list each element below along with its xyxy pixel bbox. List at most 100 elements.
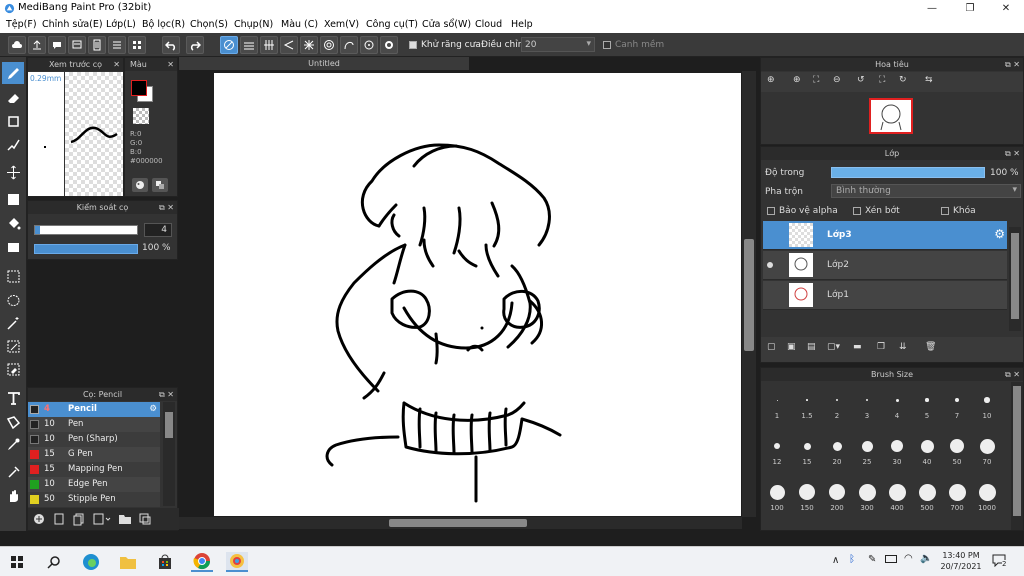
- perspective-snap-icon[interactable]: [280, 36, 298, 54]
- select-eraser-tool-icon[interactable]: [2, 358, 24, 380]
- shape-tool-icon[interactable]: [2, 110, 24, 132]
- clipping-checkbox[interactable]: [853, 207, 861, 215]
- zoom-in-icon[interactable]: ⊕: [793, 75, 801, 85]
- ellipse-snap-icon[interactable]: [360, 36, 378, 54]
- file-explorer-icon[interactable]: [117, 552, 139, 572]
- crosshatch-snap-icon[interactable]: [260, 36, 278, 54]
- document-icon[interactable]: [88, 36, 106, 54]
- horizontal-scrollbar[interactable]: [179, 517, 742, 529]
- medibang-icon[interactable]: [226, 552, 248, 572]
- line-tool-icon[interactable]: [2, 133, 24, 155]
- close-icon[interactable]: ⧉ ✕: [1005, 147, 1020, 160]
- eraser-tool-icon[interactable]: [2, 87, 24, 109]
- blend-mode-select[interactable]: Bình thường ▾: [831, 184, 1021, 198]
- brush-tool-icon[interactable]: [2, 62, 24, 84]
- copy-brush-icon[interactable]: [72, 512, 88, 526]
- snap-settings-icon[interactable]: [380, 36, 398, 54]
- visibility-icon[interactable]: [767, 262, 773, 268]
- search-icon[interactable]: [43, 552, 65, 572]
- menu-window[interactable]: Cửa sổ(W): [422, 19, 471, 30]
- dropper-tool-icon[interactable]: [2, 433, 24, 455]
- duplicate-icon[interactable]: [138, 512, 154, 526]
- brush-size-option[interactable]: 3: [853, 388, 881, 420]
- menu-view[interactable]: Xem(V): [324, 19, 359, 30]
- foreground-color-swatch[interactable]: [131, 80, 147, 96]
- radial-snap-icon[interactable]: [300, 36, 318, 54]
- move-tool-icon[interactable]: [2, 161, 24, 183]
- add-brush-icon[interactable]: [32, 512, 48, 526]
- rotate-right-icon[interactable]: ↻: [899, 75, 907, 85]
- merge-layer-icon[interactable]: ⇊: [899, 342, 907, 352]
- close-icon[interactable]: ⧉ ✕: [1005, 368, 1020, 381]
- hand-tool-icon[interactable]: [2, 485, 24, 507]
- magic-wand-tool-icon[interactable]: [2, 312, 24, 334]
- brush-size-option[interactable]: 500: [913, 480, 941, 512]
- brush-size-option[interactable]: 1000: [973, 480, 1001, 512]
- new-halftone-layer-icon[interactable]: ▣: [787, 342, 796, 352]
- brush-size-option[interactable]: 12: [763, 434, 791, 466]
- chat-icon[interactable]: [48, 36, 66, 54]
- brush-size-option[interactable]: 25: [853, 434, 881, 466]
- menu-cloud[interactable]: Cloud: [475, 19, 502, 30]
- cloud-icon[interactable]: [8, 36, 26, 54]
- brush-size-option[interactable]: 7: [943, 388, 971, 420]
- transparent-swatch[interactable]: [133, 108, 149, 124]
- menu-color[interactable]: Màu (C): [281, 19, 318, 30]
- clock[interactable]: 13:40 PM 20/7/2021: [938, 550, 984, 572]
- brush-size-option[interactable]: 70: [973, 434, 1001, 466]
- menu-file[interactable]: Tệp(F): [6, 19, 37, 30]
- no-snap-icon[interactable]: [220, 36, 238, 54]
- volume-icon[interactable]: 🔈: [920, 553, 932, 564]
- bucket-tool-icon[interactable]: [2, 212, 24, 234]
- select-pen-tool-icon[interactable]: [2, 335, 24, 357]
- vertical-scrollbar[interactable]: [742, 71, 756, 517]
- new-brush-icon[interactable]: [52, 512, 68, 526]
- folder-icon[interactable]: [118, 512, 134, 526]
- pen-input-icon[interactable]: ✎: [868, 554, 876, 565]
- brush-size-option[interactable]: 700: [943, 480, 971, 512]
- edge-browser-icon[interactable]: [80, 552, 102, 572]
- brush-size-option[interactable]: 200: [823, 480, 851, 512]
- grid-icon[interactable]: [128, 36, 146, 54]
- chrome-icon[interactable]: [191, 552, 213, 572]
- drawing-canvas[interactable]: [214, 73, 741, 516]
- brush-size-option[interactable]: 30: [883, 434, 911, 466]
- gear-icon[interactable]: ⚙: [149, 402, 157, 417]
- maximize-button[interactable]: ❐: [952, 0, 988, 17]
- brush-size-input[interactable]: 4: [144, 223, 172, 237]
- brush-size-option[interactable]: 10: [973, 388, 1001, 420]
- brush-size-scrollbar[interactable]: [1011, 382, 1023, 530]
- undo-icon[interactable]: [162, 36, 180, 54]
- bluetooth-icon[interactable]: ᛒ: [849, 554, 855, 565]
- layer-row-layer1[interactable]: Lớp1: [763, 281, 1007, 310]
- new-1bit-layer-icon[interactable]: ▤: [807, 342, 816, 352]
- layer-opacity-slider[interactable]: [831, 167, 985, 178]
- brush-size-option[interactable]: 50: [943, 434, 971, 466]
- brush-size-option[interactable]: 1: [763, 388, 791, 420]
- upload-icon[interactable]: [28, 36, 46, 54]
- notification-icon[interactable]: 2: [992, 553, 1008, 568]
- brush-size-option[interactable]: 15: [793, 434, 821, 466]
- zoom-out-icon[interactable]: ⊖: [833, 75, 841, 85]
- brush-item-edge-pen[interactable]: 10 Edge Pen: [28, 477, 160, 492]
- antialias-checkbox[interactable]: [409, 41, 417, 49]
- menu-filter[interactable]: Bộ lọc(R): [142, 19, 185, 30]
- parallel-snap-icon[interactable]: [240, 36, 258, 54]
- close-icon[interactable]: ⧉ ✕: [159, 201, 174, 214]
- menu-edit[interactable]: Chỉnh sửa(E): [42, 19, 103, 30]
- navigator-thumbnail[interactable]: [869, 98, 913, 134]
- circle-snap-icon[interactable]: [320, 36, 338, 54]
- new-layer-icon[interactable]: ▢: [767, 342, 776, 352]
- store-icon[interactable]: [154, 552, 176, 572]
- close-icon[interactable]: ⧉ ✕: [159, 388, 174, 401]
- brush-size-option[interactable]: 150: [793, 480, 821, 512]
- brush-size-option[interactable]: 400: [883, 480, 911, 512]
- fill-rect-tool-icon[interactable]: [2, 188, 24, 210]
- close-icon[interactable]: ✕: [167, 58, 174, 71]
- menu-select[interactable]: Chọn(S): [190, 19, 228, 30]
- brush-size-option[interactable]: 1.5: [793, 388, 821, 420]
- chevron-up-icon[interactable]: ∧: [832, 555, 839, 566]
- brush-item-pencil[interactable]: 4 Pencil ⚙: [28, 402, 160, 417]
- brush-size-option[interactable]: 5: [913, 388, 941, 420]
- select-tool-icon[interactable]: [2, 265, 24, 287]
